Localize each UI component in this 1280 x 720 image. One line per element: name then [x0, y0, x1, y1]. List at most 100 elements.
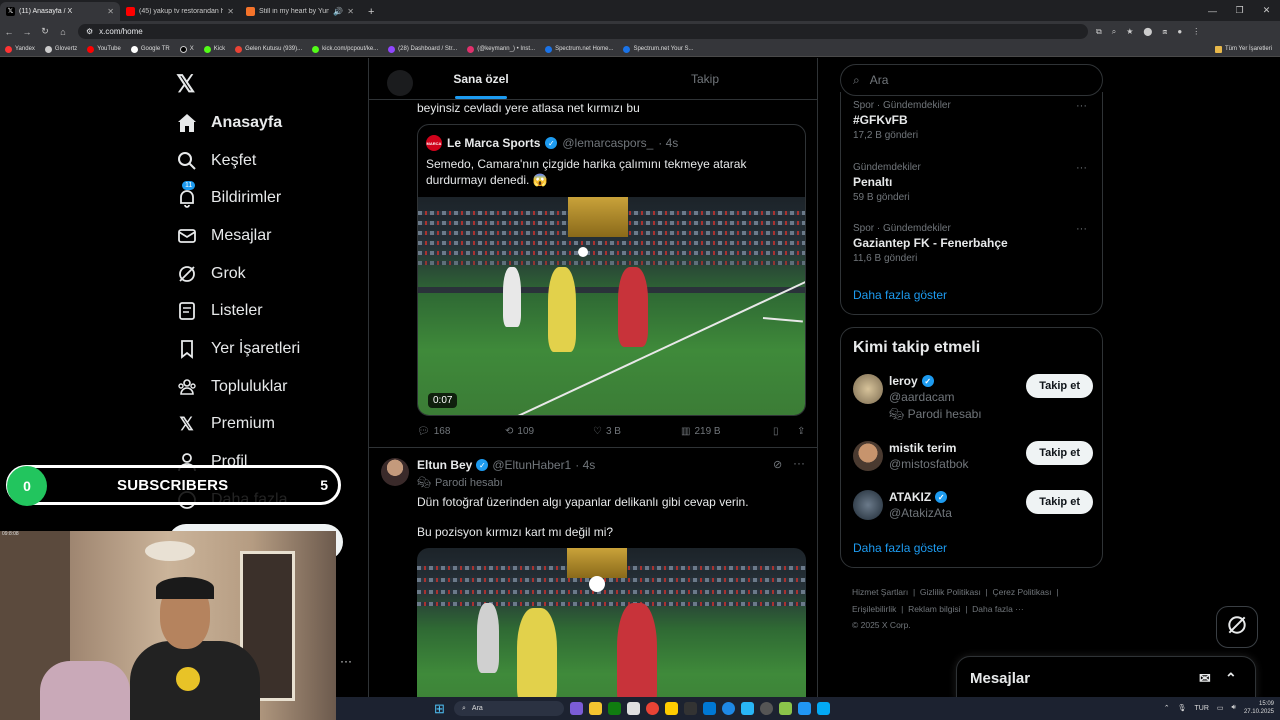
edge-icon[interactable]: [722, 702, 735, 715]
tray-chevron-icon[interactable]: ⌃: [1164, 704, 1170, 712]
network-icon[interactable]: ▭: [1217, 704, 1224, 712]
post-author-avatar[interactable]: [381, 458, 409, 486]
file-explorer-icon[interactable]: [589, 702, 602, 715]
more-options-icon[interactable]: ···: [793, 456, 805, 470]
quoted-post[interactable]: MARCA Le Marca Sports ✓ @lemarcaspors_ ·…: [417, 124, 806, 416]
app-icon[interactable]: [817, 702, 830, 715]
home-browser-icon[interactable]: ⌂: [54, 27, 72, 37]
nav-item-lists[interactable]: Listeler: [176, 292, 300, 330]
avatar[interactable]: [853, 441, 883, 471]
trend-more-icon[interactable]: ···: [1076, 223, 1087, 235]
mic-icon[interactable]: 🎙︎: [1178, 704, 1187, 712]
bookmark-item[interactable]: X: [179, 45, 194, 53]
close-tab-icon[interactable]: ✕: [347, 7, 354, 16]
quoted-author-name[interactable]: Le Marca Sports: [447, 136, 540, 150]
post-author-handle[interactable]: @EltunHaber1: [492, 458, 571, 472]
x-logo-icon[interactable]: 𝕏: [176, 70, 195, 99]
nav-item-messages[interactable]: Mesajlar: [176, 217, 300, 255]
language-indicator[interactable]: TUR: [1195, 705, 1209, 712]
app-icon[interactable]: [627, 702, 640, 715]
all-bookmarks[interactable]: Tüm Yer İşaretleri: [1214, 45, 1272, 53]
grok-post-icon[interactable]: ⊘: [773, 458, 782, 471]
new-tab-button[interactable]: +: [360, 2, 382, 21]
nav-item-home[interactable]: Anasayfa: [176, 104, 300, 142]
follow-suggestion[interactable]: mistik terim @mistosfatbok Takip et: [853, 441, 1093, 481]
footer-link[interactable]: Reklam bilgisi: [908, 604, 960, 614]
volume-icon[interactable]: 🔊︎: [1232, 704, 1236, 712]
grok-fab-button[interactable]: [1216, 606, 1258, 648]
messages-drawer[interactable]: Mesajlar ✉ ⌃: [956, 656, 1256, 701]
bookmark-item[interactable]: Google TR: [130, 45, 170, 53]
profile-avatar-icon[interactable]: ●: [1177, 27, 1182, 37]
bookmark-item[interactable]: Spectrum.net Your S...: [623, 45, 694, 53]
trend-item[interactable]: Spor · Gündemdekiler #GFKvFB 17,2 B gönd…: [853, 100, 1093, 141]
zoom-icon[interactable]: ⌕: [1112, 27, 1116, 37]
post-author-name[interactable]: Eltun Bey: [417, 458, 472, 472]
bookmark-item[interactable]: Glovertz: [44, 45, 77, 53]
bookmark-item[interactable]: (@keymann_) • Inst...: [467, 45, 535, 53]
trends-show-more[interactable]: Daha fazla göster: [853, 288, 947, 302]
bookmark-item[interactable]: (28) Dashboard / Str...: [388, 45, 457, 53]
repost-button[interactable]: ⟲ 109: [505, 426, 593, 437]
puzzle-icon[interactable]: ⧈: [1162, 27, 1167, 37]
share-icon[interactable]: ⇪: [797, 426, 805, 437]
site-info-icon[interactable]: ⚙: [86, 27, 93, 36]
bookmark-item[interactable]: Yandex: [5, 45, 35, 53]
folder-icon[interactable]: [665, 702, 678, 715]
feed-tabs-avatar[interactable]: [387, 70, 413, 96]
follow-name[interactable]: leroy ✓: [889, 374, 934, 388]
nav-item-notifications[interactable]: 11 Bildirimler: [176, 179, 300, 217]
follow-button[interactable]: Takip et: [1026, 490, 1093, 514]
expand-icon[interactable]: ⌃: [1225, 670, 1237, 687]
chrome-icon[interactable]: [646, 702, 659, 715]
clock[interactable]: 15:09 27.10.2025: [1244, 700, 1274, 716]
copilot-icon[interactable]: [570, 702, 583, 715]
nav-item-bookmarks[interactable]: Yer İşaretleri: [176, 330, 300, 368]
more-options-icon[interactable]: ···: [340, 654, 352, 668]
app-icon[interactable]: [760, 702, 773, 715]
avatar[interactable]: [853, 490, 883, 520]
browser-tab-x[interactable]: 𝕏 (11) Anasayfa / X ✕: [0, 2, 120, 21]
install-icon[interactable]: ⧉: [1096, 27, 1102, 37]
trend-item[interactable]: Gündemdekiler Penaltı 59 B gönderi ···: [853, 162, 1093, 203]
follow-button[interactable]: Takip et: [1026, 441, 1093, 465]
reply-button[interactable]: 💬︎ 168: [417, 426, 505, 437]
avatar[interactable]: [853, 374, 883, 404]
new-message-icon[interactable]: ✉: [1199, 670, 1211, 687]
menu-icon[interactable]: ⋮: [1192, 27, 1200, 37]
follow-name[interactable]: ATAKIZ ✓: [889, 490, 948, 504]
le-marca-avatar[interactable]: MARCA: [426, 135, 442, 151]
like-button[interactable]: ♡ 3 B: [593, 426, 681, 437]
browser-tab-music[interactable]: Still in my heart by Yung N 🔊 ✕: [240, 2, 360, 21]
windows-start-icon[interactable]: ⊞: [434, 701, 445, 717]
footer-link[interactable]: Gizlilik Politikası: [920, 587, 981, 597]
trend-item[interactable]: Spor · Gündemdekiler Gaziantep FK - Fene…: [853, 223, 1093, 264]
taskbar-search[interactable]: ⌕ Ara: [454, 701, 564, 716]
tab-following[interactable]: Takip: [593, 58, 817, 99]
follow-button[interactable]: Takip et: [1026, 374, 1093, 398]
reload-icon[interactable]: ↻: [36, 26, 54, 37]
video-player[interactable]: 0:07: [418, 197, 805, 415]
maximize-icon[interactable]: ❐: [1226, 0, 1253, 21]
app-icon[interactable]: [684, 702, 697, 715]
minimize-icon[interactable]: —: [1199, 0, 1226, 21]
close-tab-icon[interactable]: ✕: [227, 7, 234, 16]
browser-tab-youtube[interactable]: (45) yakup tv restorandan hesa ✕: [120, 2, 240, 21]
app-icon[interactable]: [779, 702, 792, 715]
quoted-author-handle[interactable]: @lemarcaspors_: [562, 136, 653, 150]
star-icon[interactable]: ★: [1126, 27, 1133, 37]
bookmark-item[interactable]: kick.com/pcpout/ke...: [312, 45, 378, 53]
footer-link[interactable]: Hizmet Şartları: [852, 587, 908, 597]
word-icon[interactable]: [703, 702, 716, 715]
close-tab-icon[interactable]: ✕: [107, 7, 114, 16]
nav-item-explore[interactable]: Keşfet: [176, 142, 300, 180]
bookmark-item[interactable]: Kick: [203, 45, 225, 53]
trend-more-icon[interactable]: ···: [1076, 100, 1087, 112]
forward-icon[interactable]: →: [18, 27, 36, 37]
app-icon[interactable]: [741, 702, 754, 715]
views-button[interactable]: ▥ 219 B: [681, 426, 773, 437]
follow-suggestion[interactable]: ATAKIZ ✓ @AtakizAta Takip et: [853, 490, 1093, 530]
follow-name[interactable]: mistik terim: [889, 441, 956, 455]
close-window-icon[interactable]: ✕: [1253, 0, 1280, 21]
address-bar[interactable]: ⚙ x.com/home: [78, 24, 1088, 39]
